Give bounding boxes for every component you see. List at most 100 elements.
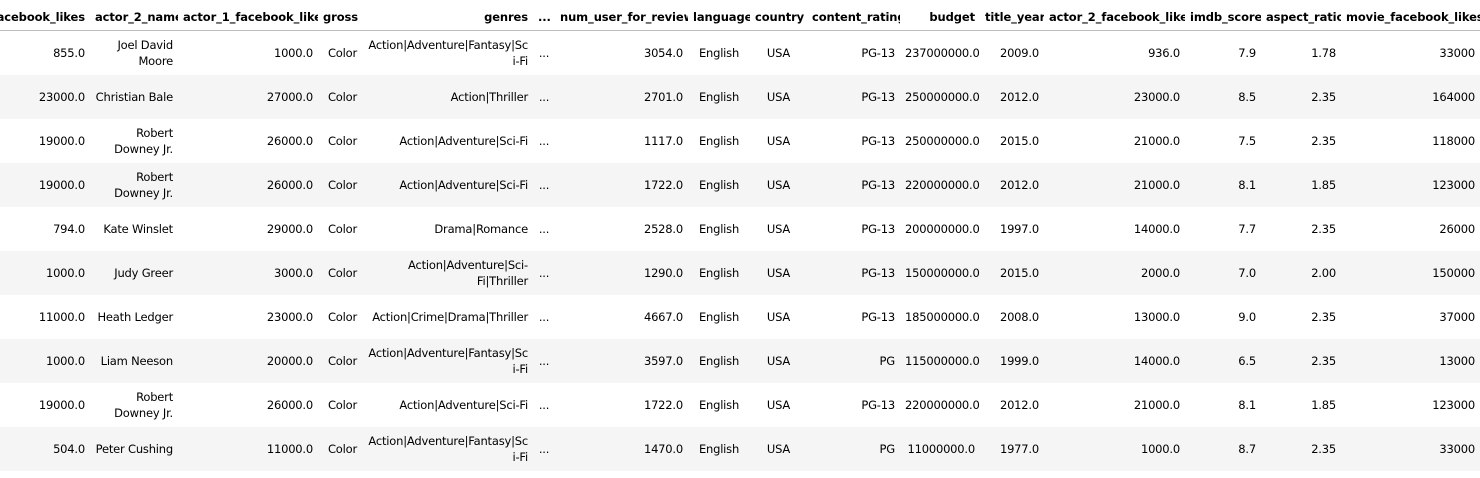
column-header: actor_2_name	[90, 0, 178, 31]
column-header: num_user_for_reviews	[555, 0, 688, 31]
table-cell: PG-13	[861, 310, 895, 324]
table-cell: 23000.0	[38, 90, 85, 104]
table-cell: Robert Downey Jr.	[114, 170, 173, 200]
table-cell: 13000	[1439, 354, 1475, 368]
table-cell: 29000.0	[266, 222, 313, 236]
table-cell: 11000000.0	[907, 442, 975, 456]
table-cell: 33000	[1439, 46, 1475, 60]
table-cell: Drama|Romance	[434, 222, 528, 236]
table-cell: Action|Crime|Drama|Thriller	[372, 310, 528, 324]
table-cell: 11000.0	[266, 442, 313, 456]
table-cell: 37000	[1439, 310, 1475, 324]
table-cell: 8.7	[1238, 442, 1256, 456]
table-cell: Robert Downey Jr.	[114, 126, 173, 156]
table-cell: 2012.0	[999, 178, 1039, 192]
table-cell: 2.35	[1311, 442, 1336, 456]
table-cell: 19000.0	[38, 398, 85, 412]
table-cell: Action|Adventure|Fantasy|Sci-Fi	[368, 434, 528, 464]
table-cell: Liam Neeson	[100, 354, 174, 368]
table-cell: 2015.0	[999, 134, 1039, 148]
table-cell: Robert Downey Jr.	[114, 390, 173, 420]
table-cell: Color	[327, 46, 357, 60]
table-cell: 150000	[1432, 266, 1475, 280]
table-cell: 8.1	[1238, 398, 1256, 412]
table-cell: Action|Adventure|Sci-Fi|Thriller	[407, 258, 528, 288]
table-cell: Peter Cushing	[95, 442, 174, 456]
table-cell: 250000000.0	[905, 90, 980, 104]
table-cell: Action|Adventure|Sci-Fi	[399, 398, 528, 412]
table-cell: Color	[327, 222, 357, 236]
table-cell: Color	[327, 354, 357, 368]
table-cell: ...	[538, 354, 550, 368]
dataframe-output: acebook_likes actor_2_name actor_1_faceb…	[0, 0, 1480, 478]
table-cell: 2012.0	[999, 90, 1039, 104]
table-cell: 2.00	[1311, 266, 1336, 280]
table-cell: 250000000.0	[905, 134, 980, 148]
table-cell: English	[698, 354, 740, 368]
table-cell: 7.5	[1238, 134, 1256, 148]
table-cell: 20000.0	[266, 354, 313, 368]
table-cell: 1290.0	[643, 266, 683, 280]
table-cell: PG-13	[861, 398, 895, 412]
table-cell: Color	[327, 398, 357, 412]
table-cell: ...	[538, 90, 550, 104]
table-cell: 200000000.0	[905, 222, 980, 236]
table-cell: English	[698, 266, 740, 280]
table-cell: USA	[766, 178, 791, 192]
table-cell: 2008.0	[999, 310, 1039, 324]
table-cell: USA	[766, 266, 791, 280]
table-cell: 3054.0	[643, 46, 683, 60]
table-cell: 118000	[1432, 134, 1475, 148]
table-cell: Color	[327, 134, 357, 148]
table-cell: 3000.0	[273, 266, 313, 280]
table-cell: Action|Adventure|Fantasy|Sci-Fi	[368, 346, 528, 376]
column-header: actor_2_facebook_likes	[1044, 0, 1185, 31]
table-cell: ...	[538, 46, 550, 60]
table-cell: Action|Adventure|Sci-Fi	[399, 134, 528, 148]
table-cell: English	[698, 90, 740, 104]
table-cell: Judy Greer	[114, 266, 173, 280]
column-header: gross	[318, 0, 362, 31]
table-cell: 2701.0	[643, 90, 683, 104]
table-cell: PG-13	[861, 266, 895, 280]
table-row: 794.0 Kate Winslet 29000.0 Color Drama|Roman…	[0, 207, 1480, 251]
column-header: aspect_ratio	[1261, 0, 1341, 31]
table-cell: 21000.0	[1133, 398, 1180, 412]
table-cell: 7.0	[1238, 266, 1256, 280]
table-cell: 6.5	[1238, 354, 1256, 368]
table-cell: USA	[766, 442, 791, 456]
table-cell: 1977.0	[999, 442, 1039, 456]
table-cell: Color	[327, 442, 357, 456]
table-cell: 2528.0	[643, 222, 683, 236]
table-row: 855.0 Joel David Moore 1000.0 Color Action|A…	[0, 30, 1480, 75]
table-cell: 27000.0	[266, 90, 313, 104]
column-header: actor_1_facebook_likes	[178, 0, 318, 31]
table-cell: 21000.0	[1133, 134, 1180, 148]
table-cell: Color	[327, 178, 357, 192]
table-cell: USA	[766, 46, 791, 60]
table-cell: English	[698, 178, 740, 192]
table-cell: English	[698, 310, 740, 324]
table-cell: Color	[327, 310, 357, 324]
table-cell: 8.5	[1238, 90, 1256, 104]
column-header: language	[688, 0, 750, 31]
table-cell: PG-13	[861, 90, 895, 104]
table-cell: ...	[538, 134, 550, 148]
table-cell: English	[698, 442, 740, 456]
table-cell: 185000000.0	[905, 310, 980, 324]
column-header: title_year	[980, 0, 1044, 31]
table-cell: 115000000.0	[905, 354, 980, 368]
table-cell: PG-13	[861, 178, 895, 192]
table-cell: Action|Adventure|Sci-Fi	[399, 178, 528, 192]
table-cell: PG-13	[861, 46, 895, 60]
table-row: 19000.0 Robert Downey Jr. 26000.0 Color Acti…	[0, 383, 1480, 427]
table-cell: USA	[766, 354, 791, 368]
table-cell: English	[698, 46, 740, 60]
table-cell: 3597.0	[643, 354, 683, 368]
column-header: ...	[533, 0, 555, 31]
table-cell: USA	[766, 90, 791, 104]
table-cell: 14000.0	[1133, 354, 1180, 368]
table-cell: 1000.0	[273, 46, 313, 60]
table-cell: 855.0	[53, 46, 85, 60]
table-cell: English	[698, 134, 740, 148]
